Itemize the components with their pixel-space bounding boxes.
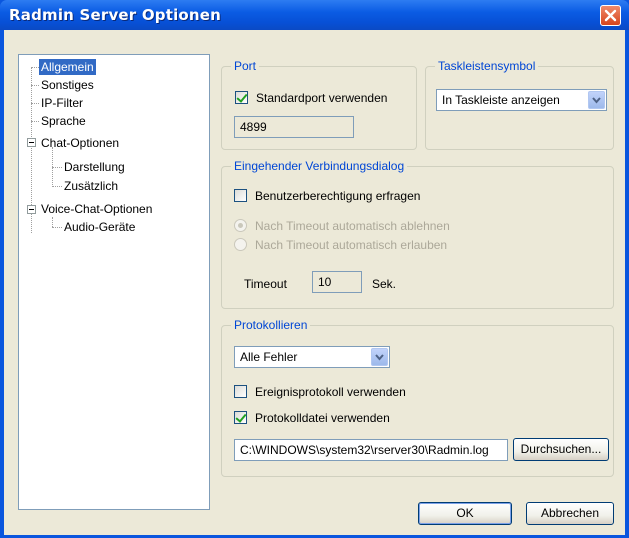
port-field: 4899 [234,116,354,138]
tree-line [31,121,39,122]
dropdown-arrow[interactable] [588,91,605,109]
timeout-unit: Sek. [372,277,397,291]
taskbar-icon-group: Taskleistensymbol In Taskleiste anzeigen [425,59,614,150]
cancel-button[interactable]: Abbrechen [526,502,614,525]
incoming-connection-group: Eingehender Verbindungsdialog Benutzerbe… [221,159,614,309]
port-legend: Port [231,59,260,73]
standard-port-checkbox[interactable] [235,91,248,104]
window-title: Radmin Server Optionen [9,6,222,24]
options-tree[interactable]: Allgemein Sonstiges IP-Filter Sprache Ch… [18,54,210,510]
chevron-down-icon [592,97,601,104]
ok-button[interactable]: OK [418,502,512,525]
dropdown-arrow[interactable] [371,348,388,366]
event-log-checkbox[interactable] [234,385,247,398]
incoming-connection-legend: Eingehender Verbindungsdialog [231,159,408,173]
timeout-field: 10 [312,271,362,293]
tree-item-sprache[interactable]: Sprache [39,113,88,129]
tree-item-audio-geraete[interactable]: Audio-Geräte [62,219,137,235]
browse-button-label: Durchsuchen... [520,442,602,456]
options-window: Radmin Server Optionen Allgemein Sonstig… [0,0,629,538]
tree-item-chat-optionen[interactable]: Chat-Optionen [39,135,121,151]
timeout-reject-radio [234,219,247,232]
logging-legend: Protokollieren [231,318,311,332]
chevron-down-icon [375,354,384,361]
ask-permission-checkbox[interactable] [234,189,247,202]
log-level-select[interactable]: Alle Fehler [234,346,390,368]
tree-line [52,217,53,227]
tree-line [52,227,62,228]
tree-item-zusaetzlich[interactable]: Zusätzlich [62,178,120,194]
logfile-checkbox[interactable] [234,411,247,424]
tree-item-allgemein[interactable]: Allgemein [39,59,96,75]
close-button[interactable] [600,5,621,26]
taskbar-icon-legend: Taskleistensymbol [435,59,539,73]
port-group: Port Standardport verwenden 4899 [221,59,417,150]
tree-item-sonstiges[interactable]: Sonstiges [39,77,96,93]
tree-line [52,186,62,187]
event-log-label[interactable]: Ereignisprotokoll verwenden [255,385,406,399]
timeout-allow-radio [234,238,247,251]
tree-line [52,167,62,168]
close-icon [604,9,617,22]
tree-line [31,85,39,86]
tree-item-voice-chat-optionen[interactable]: Voice-Chat-Optionen [39,201,154,217]
collapse-icon[interactable] [27,138,36,147]
tree-line [31,103,39,104]
tree-item-ip-filter[interactable]: IP-Filter [39,95,85,111]
dialog-client: Allgemein Sonstiges IP-Filter Sprache Ch… [4,30,625,535]
timeout-label: Timeout [244,277,287,291]
cancel-button-label: Abbrechen [540,506,600,520]
title-bar[interactable]: Radmin Server Optionen [0,0,629,30]
logfile-path-input[interactable]: C:\WINDOWS\system32\rserver30\Radmin.log [234,439,508,461]
logfile-label[interactable]: Protokolldatei verwenden [255,411,390,425]
taskbar-icon-select-value: In Taskleiste anzeigen [442,93,560,107]
tree-item-darstellung[interactable]: Darstellung [62,159,127,175]
standard-port-label[interactable]: Standardport verwenden [256,91,387,105]
browse-button[interactable]: Durchsuchen... [513,438,609,461]
timeout-allow-label: Nach Timeout automatisch erlauben [255,238,448,252]
collapse-icon[interactable] [27,205,36,214]
log-level-select-value: Alle Fehler [240,350,298,364]
taskbar-icon-select[interactable]: In Taskleiste anzeigen [436,89,607,111]
ok-button-label: OK [456,506,474,520]
tree-line [31,67,39,68]
logging-group: Protokollieren Alle Fehler Ereignisproto… [221,318,614,477]
timeout-reject-label: Nach Timeout automatisch ablehnen [255,219,450,233]
ask-permission-label[interactable]: Benutzerberechtigung erfragen [255,189,420,203]
